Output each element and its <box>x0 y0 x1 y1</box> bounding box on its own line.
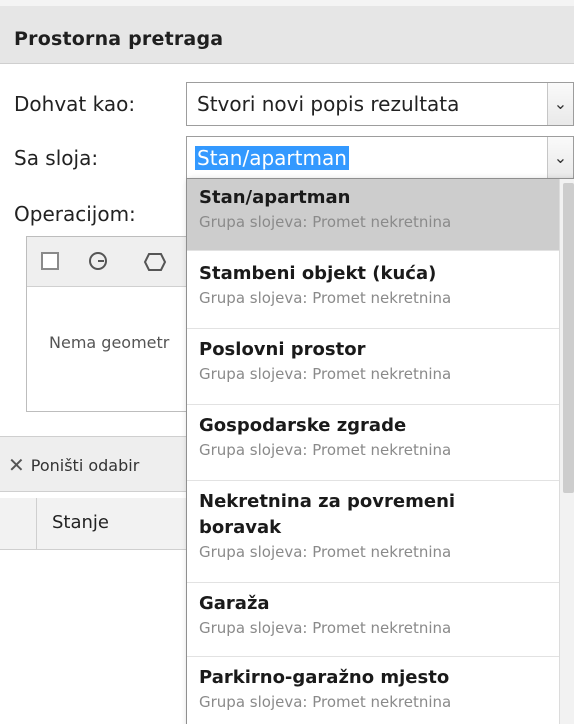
fetch-label: Dohvat kao: <box>14 92 136 116</box>
reset-selection-label: Poništi odabir <box>30 456 140 475</box>
operation-label: Operacijom: <box>14 202 136 226</box>
panel-title: Prostorna pretraga <box>14 28 224 50</box>
list-item-name: Poslovni prostor <box>199 339 366 360</box>
chevron-down-icon[interactable]: ⌄ <box>547 137 573 179</box>
list-item[interactable]: Poslovni prostor Grupa slojeva: Promet n… <box>187 329 561 405</box>
panel-header: Prostorna pretraga <box>0 0 574 64</box>
layer-combo-value[interactable]: Stan/apartman <box>195 146 349 170</box>
list-item[interactable]: Nekretnina za povremeni boravak Grupa sl… <box>187 481 561 583</box>
list-item-group: Grupa slojeva: Promet nekretnina <box>199 543 452 561</box>
layer-label: Sa sloja: <box>14 146 99 170</box>
checkbox-icon[interactable] <box>41 252 59 270</box>
list-item-group: Grupa slojeva: Promet nekretnina <box>199 619 452 637</box>
close-icon: ✕ <box>8 453 25 477</box>
list-item-name: Stan/apartman <box>199 187 351 208</box>
list-item-group: Grupa slojeva: Promet nekretnina <box>199 693 452 711</box>
list-item-group: Grupa slojeva: Promet nekretnina <box>199 441 452 459</box>
list-item-name: Stambeni objekt (kuća) <box>199 263 437 284</box>
list-item-group: Grupa slojeva: Promet nekretnina <box>199 213 452 231</box>
layer-combo[interactable]: Stan/apartman ⌄ <box>186 136 574 180</box>
dropdown-scrollbar[interactable] <box>559 179 574 724</box>
list-item-name: Parkirno-garažno mjesto <box>199 667 450 688</box>
column-header-stanje[interactable]: Stanje <box>52 512 109 533</box>
fetch-combo-value: Stvori novi popis rezultata <box>197 92 460 116</box>
fetch-combo[interactable]: Stvori novi popis rezultata ⌄ <box>186 82 574 126</box>
geometry-empty-text: Nema geometr <box>49 333 170 352</box>
list-item-group: Grupa slojeva: Promet nekretnina <box>199 365 452 383</box>
list-item[interactable]: Stambeni objekt (kuća) Grupa slojeva: Pr… <box>187 251 561 329</box>
column-divider <box>36 498 37 550</box>
list-item-group: Grupa slojeva: Promet nekretnina <box>199 289 452 307</box>
list-item-name: Gospodarske zgrade <box>199 415 407 436</box>
polygon-icon[interactable] <box>143 251 167 277</box>
chevron-down-icon[interactable]: ⌄ <box>547 83 573 125</box>
layer-dropdown-list[interactable]: Stan/apartman Grupa slojeva: Promet nekr… <box>186 178 574 724</box>
list-item-name: Garaža <box>199 593 270 614</box>
reset-selection-button[interactable]: ✕ Poništi odabir <box>8 450 139 480</box>
circle-icon[interactable] <box>87 250 109 276</box>
list-item[interactable]: Garaža Grupa slojeva: Promet nekretnina <box>187 583 561 657</box>
list-item-name: Nekretnina za povremeni boravak <box>199 491 456 538</box>
list-item[interactable]: Gospodarske zgrade Grupa slojeva: Promet… <box>187 405 561 481</box>
list-item[interactable]: Parkirno-garažno mjesto Grupa slojeva: P… <box>187 657 561 724</box>
scrollbar-thumb[interactable] <box>563 183 574 493</box>
list-item[interactable]: Stan/apartman Grupa slojeva: Promet nekr… <box>187 179 561 251</box>
